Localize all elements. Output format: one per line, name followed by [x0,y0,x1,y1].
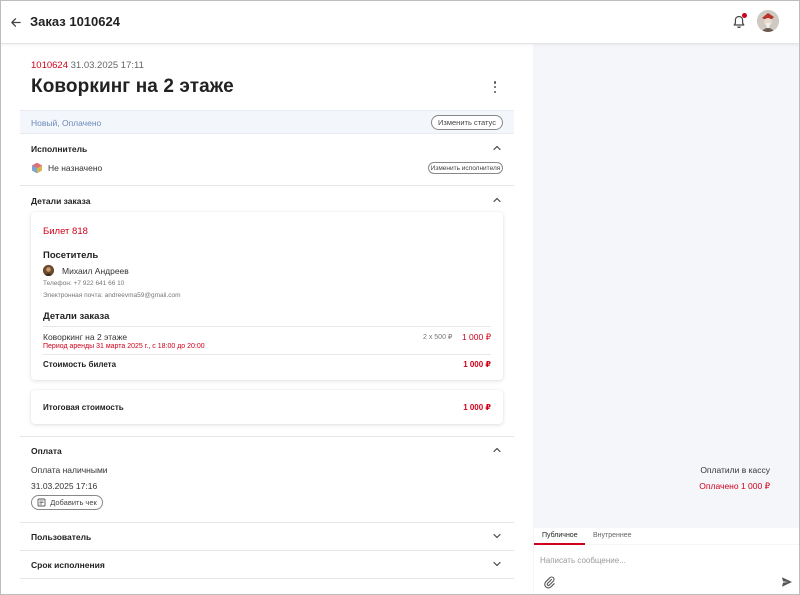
user-section-title[interactable]: Пользователь [31,532,91,542]
receipt-icon [37,498,46,507]
add-receipt-button[interactable]: Добавить чек [31,495,103,510]
divider [20,522,514,523]
item-period: Период аренды 31 марта 2025 г., с 18:00 … [43,343,205,350]
order-status: Новый, Оплачено [31,118,102,128]
details-heading: Детали заказа [43,311,110,322]
visitor-avatar-icon [43,265,54,276]
order-meta: 1010624 31.03.2025 17:11 [31,60,144,71]
visitor-heading: Посетитель [43,250,99,261]
app-header: Заказ 1010624 [0,0,800,44]
divider [43,354,491,355]
paperclip-icon[interactable] [543,575,555,589]
payment-paid: Оплачено 1 000 ₽ [699,481,770,491]
total-value: 1 000 ₽ [463,403,491,412]
payment-status: Оплатили в кассу [700,465,770,475]
order-datetime: 31.03.2025 17:11 [70,60,144,71]
chevron-up-icon[interactable] [492,143,502,153]
cube-avatar-icon [32,162,42,174]
visitor-phone: Телефон: +7 922 641 66 10 [43,280,125,287]
chat-panel [533,44,800,595]
payment-section-title: Оплата [31,446,62,456]
ticket-number: Билет 818 [43,226,88,237]
change-status-button[interactable]: Изменить статус [431,115,503,130]
total-label: Итоговая стоимость [43,403,124,412]
notification-badge [742,13,747,18]
kebab-menu-icon [493,81,497,84]
order-title: Коворкинг на 2 этаже [31,76,234,97]
divider [20,436,514,437]
ticket-cost-label: Стоимость билета [43,360,117,369]
page-title: Заказ 1010624 [30,14,120,29]
divider [20,185,514,186]
item-name: Коворкинг на 2 этаже [43,332,128,342]
divider [20,578,514,579]
divider [43,326,491,327]
total-card: Итоговая стоимость 1 000 ₽ [31,390,503,424]
chevron-up-icon[interactable] [492,195,502,205]
payment-method: Оплата наличными [31,465,108,475]
chevron-up-icon[interactable] [492,445,502,455]
divider [20,550,514,551]
visitor-email: Электронная почта: andreevma59@gmail.com [43,292,181,299]
executor-value: Не назначено [48,163,103,173]
chevron-down-icon[interactable] [492,559,502,569]
message-input[interactable] [540,553,790,567]
message-composer [534,545,800,595]
visitor-avatar [43,265,54,276]
more-menu-button[interactable] [490,80,500,94]
deadline-section-title[interactable]: Срок исполнения [31,560,105,570]
ticket-card: Билет 818 Посетитель Михаил Андреев Теле… [31,212,503,380]
back-button[interactable] [5,12,25,32]
item-quantity: 2 x 500 ₽ [423,334,453,341]
order-details-section-title: Детали заказа [31,196,91,206]
executor-section-title: Исполнитель [31,144,88,154]
executor-row: Не назначено [31,162,102,174]
add-receipt-label: Добавить чек [50,498,97,507]
arrow-left-icon [10,17,21,27]
user-avatar[interactable] [757,10,779,32]
send-icon[interactable] [781,576,793,588]
avatar-image-icon [757,10,779,32]
chat-tabs: Публичное Внутреннее [534,528,800,544]
tab-public[interactable]: Публичное [542,532,578,539]
tab-internal[interactable]: Внутреннее [593,532,632,539]
ticket-cost-value: 1 000 ₽ [463,360,491,369]
payment-date: 31.03.2025 17:16 [31,481,98,491]
visitor-name: Михаил Андреев [62,265,129,276]
change-executor-button[interactable]: Изменить исполнителя [428,162,503,174]
chevron-down-icon[interactable] [492,531,502,541]
visitor-row: Михаил Андреев [43,265,129,276]
item-price: 1 000 ₽ [461,332,491,342]
order-number: 1010624 [31,60,68,71]
